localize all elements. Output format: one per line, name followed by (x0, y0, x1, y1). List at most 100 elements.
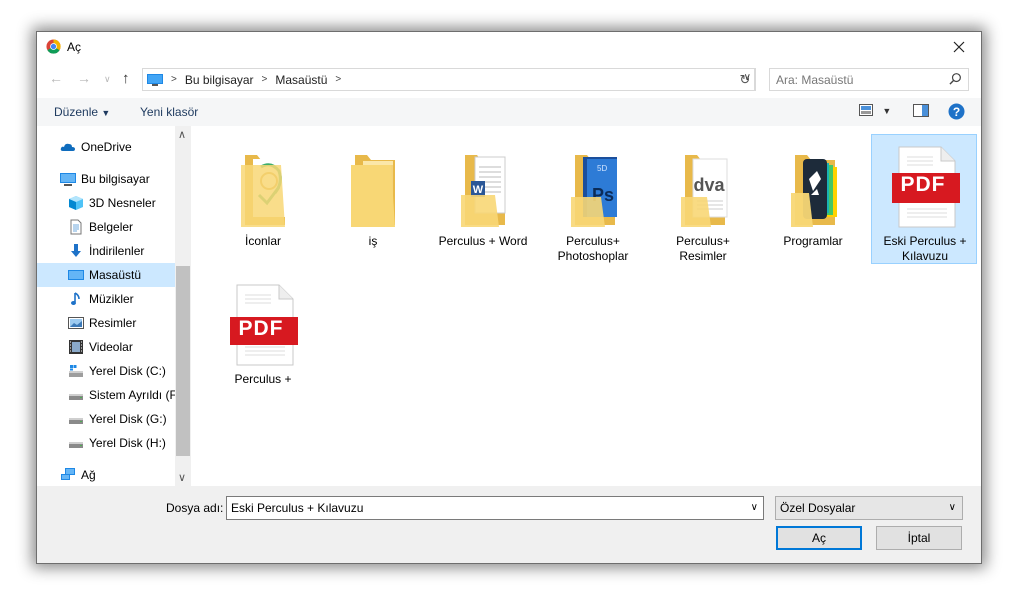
chevron-down-icon: ▼ (101, 108, 111, 118)
pdf-badge: PDF (900, 173, 946, 196)
file-name: Perculus+ Photoshoplar (557, 234, 629, 263)
sidebar-item-label: Bu bilgisayar (81, 172, 150, 186)
sidebar-item-label: Yerel Disk (C:) (89, 364, 166, 378)
folder-icon (351, 155, 395, 227)
file-tile[interactable]: İconlar (210, 135, 316, 265)
search-input[interactable]: Ara: Masaüstü (776, 73, 853, 87)
organize-label: Düzenle (54, 105, 99, 119)
help-icon: ? (948, 103, 965, 120)
programs-folder-icon (791, 155, 837, 227)
pictures-icon (68, 317, 84, 329)
downloads-icon (71, 244, 81, 257)
videos-icon (69, 340, 83, 354)
navigation-bar: ← → ∨ ↑ > Bu bilgisayar > Masaüstü > ∨ ↻… (37, 64, 981, 94)
pdf-badge: PDF (238, 317, 284, 340)
cancel-button[interactable]: İptal (876, 526, 962, 550)
breadcrumb-item-this-pc[interactable]: Bu bilgisayar (185, 73, 254, 87)
filetype-select[interactable]: Özel Dosyalar ∨ (775, 496, 963, 520)
preview-pane-icon (913, 104, 929, 117)
open-button[interactable]: Aç (776, 526, 862, 550)
file-name: Perculus + (234, 372, 292, 386)
forward-arrow-icon[interactable]: → (77, 70, 91, 86)
scrollbar-thumb[interactable] (176, 266, 190, 456)
sidebar-item-desktop[interactable]: Masaüstü (37, 263, 175, 287)
sidebar-item-label: OneDrive (81, 140, 132, 154)
search-icon (949, 73, 961, 85)
svg-text:5D: 5D (597, 164, 607, 173)
folder-icon (241, 155, 285, 227)
drive-icon (69, 394, 83, 400)
file-name: Programlar (783, 234, 843, 248)
breadcrumb-separator-icon: > (171, 74, 177, 85)
view-options-button[interactable]: ▼ (859, 104, 891, 119)
filename-value: Eski Perculus + Kılavuzu (231, 501, 364, 515)
breadcrumb-separator-icon: > (261, 74, 268, 85)
scroll-up-icon[interactable]: ∧ (178, 128, 186, 141)
recent-chevron-icon[interactable]: ∨ (104, 74, 111, 85)
open-file-dialog: Aç ← → ∨ ↑ > Bu bilgisayar > Masaüstü > … (36, 31, 982, 564)
sidebar-item-label: Resimler (89, 316, 137, 330)
svg-text:W: W (473, 184, 484, 196)
file-name: İconlar (244, 234, 282, 248)
preview-pane-button[interactable] (913, 104, 929, 120)
navigation-pane: OneDrive Bu bilgisayar 3D Nesneler Belge… (37, 126, 191, 486)
search-box[interactable]: Ara: Masaüstü (769, 68, 969, 91)
windows-drive-icon (69, 365, 83, 377)
sidebar-item-label: Sistem Ayrıldı (F:) (89, 388, 185, 402)
scroll-down-icon[interactable]: ∨ (178, 471, 186, 484)
sidebar-item-label: Yerel Disk (G:) (89, 412, 167, 426)
sidebar-item-label: Belgeler (89, 220, 134, 234)
sidebar-item-label: Masaüstü (89, 268, 142, 282)
computer-icon (60, 173, 76, 186)
sidebar-item-label: 3D Nesneler (89, 196, 156, 210)
sidebar-scrollbar[interactable]: ∧ ∨ (175, 126, 191, 486)
chevron-down-icon[interactable]: ∨ (751, 502, 758, 513)
file-tile[interactable]: Ps 5D Perculus+ Photoshoplar (540, 135, 646, 265)
sidebar-item-network[interactable]: Ağ (37, 463, 198, 487)
file-list: İconlar iş W Perculus + Word Ps 5D Percu… (194, 126, 981, 486)
organize-button[interactable]: Düzenle ▼ (54, 105, 110, 119)
sidebar-item-this-pc[interactable]: Bu bilgisayar (37, 167, 198, 191)
window-title: Aç (67, 40, 82, 54)
file-tile[interactable]: W Perculus + Word (430, 135, 536, 265)
svg-text:?: ? (953, 105, 960, 119)
sidebar-item-label: İndirilenler (89, 244, 145, 258)
sidebar-item-label: Ağ (81, 468, 96, 482)
music-icon (71, 292, 80, 305)
file-name: Perculus + Word (438, 234, 528, 248)
file-tile[interactable]: PDF Perculus + (210, 273, 316, 403)
sidebar-item-onedrive[interactable]: OneDrive (37, 135, 198, 159)
desktop-icon (68, 270, 84, 280)
file-tile-selected[interactable]: PDF Eski Perculus + Kılavuzu (871, 134, 977, 264)
file-tile[interactable]: Programlar (760, 135, 866, 265)
address-bar[interactable]: > Bu bilgisayar > Masaüstü > ∨ (142, 68, 756, 91)
chevron-down-icon: ▼ (882, 106, 892, 116)
breadcrumb-item-desktop[interactable]: Masaüstü (275, 73, 327, 87)
new-folder-button[interactable]: Yeni klasör (140, 105, 198, 119)
3d-objects-icon (69, 196, 83, 210)
file-name: iş (368, 234, 378, 248)
filetype-value: Özel Dosyalar (780, 501, 856, 515)
network-icon (61, 468, 75, 480)
close-icon (953, 41, 965, 53)
photoshop-folder-icon: Ps 5D (571, 155, 617, 227)
drive-icon (69, 418, 83, 424)
back-arrow-icon[interactable]: ← (49, 70, 63, 86)
chevron-down-icon: ∨ (948, 502, 956, 513)
breadcrumb-separator-icon: > (335, 74, 342, 85)
file-tile[interactable]: iş (320, 135, 426, 265)
view-icon (859, 104, 873, 116)
title-bar: Aç (37, 32, 981, 62)
help-button[interactable]: ? (948, 103, 965, 123)
filename-input[interactable]: Eski Perculus + Kılavuzu ∨ (226, 496, 764, 520)
file-tile[interactable]: dva Perculus+ Resimler (650, 135, 756, 265)
computer-icon (147, 73, 163, 86)
drive-icon (69, 442, 83, 448)
refresh-button[interactable]: ↻ (736, 68, 755, 91)
sidebar-item-label: Müzikler (89, 292, 134, 306)
up-arrow-icon[interactable]: ↑ (122, 70, 130, 87)
chrome-icon (46, 39, 61, 54)
documents-icon (70, 219, 82, 235)
file-name: Eski Perculus + Kılavuzu (883, 234, 967, 263)
close-button[interactable] (937, 32, 981, 62)
